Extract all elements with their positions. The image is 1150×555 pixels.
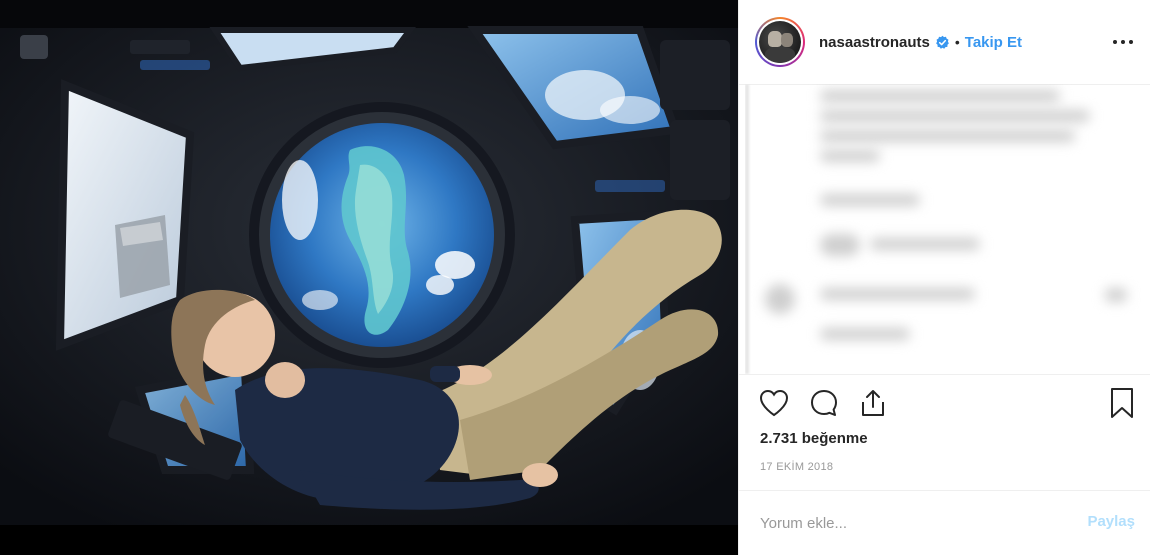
- blurred-comments: [745, 84, 1145, 374]
- post-panel: nasaastronauts • Takip Et 2.731 beğenme …: [738, 0, 1150, 555]
- heart-icon[interactable]: [757, 386, 791, 420]
- share-icon[interactable]: [856, 386, 890, 420]
- avatar-image: [759, 21, 801, 63]
- comments-divider: [739, 374, 1150, 375]
- more-options-icon[interactable]: [1111, 30, 1135, 54]
- post-comment-button[interactable]: Paylaş: [1087, 513, 1135, 530]
- post-header: nasaastronauts • Takip Et: [739, 0, 1150, 84]
- likes-count[interactable]: 2.731 beğenme: [760, 430, 868, 447]
- comment-input[interactable]: [760, 511, 1060, 535]
- post-date: 17 EKİM 2018: [760, 461, 834, 473]
- comment-bubble-icon[interactable]: [807, 386, 841, 420]
- post-photo[interactable]: [0, 0, 738, 555]
- add-comment-section: Paylaş: [739, 490, 1150, 555]
- follow-button[interactable]: Takip Et: [965, 34, 1022, 51]
- verified-badge-icon: [936, 35, 949, 49]
- username-link[interactable]: nasaastronauts: [819, 34, 930, 51]
- avatar[interactable]: [755, 17, 805, 67]
- separator-dot: •: [954, 34, 960, 50]
- cupola-photo: [0, 0, 738, 555]
- action-bar: [739, 384, 1150, 424]
- bookmark-icon[interactable]: [1105, 386, 1139, 420]
